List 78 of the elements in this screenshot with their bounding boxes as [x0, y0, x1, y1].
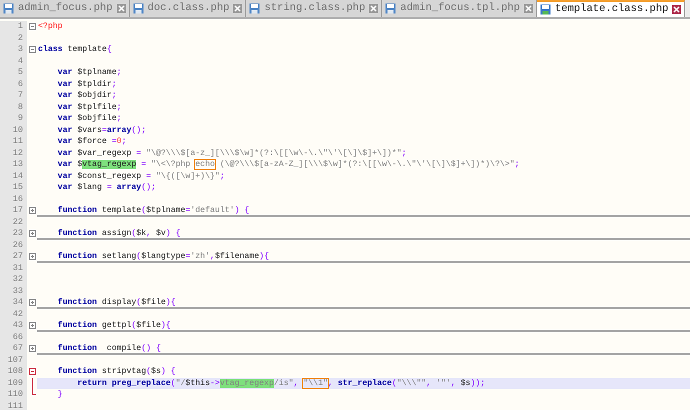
code-line: var $tplfile; — [56, 102, 123, 113]
line-number: 11 — [0, 136, 27, 148]
close-icon[interactable] — [369, 4, 378, 13]
tab-label: admin_focus.php — [18, 0, 113, 16]
fold-toggle-icon[interactable] — [28, 253, 36, 260]
line-number: 10 — [0, 124, 27, 136]
line-number: 12 — [0, 148, 27, 159]
fold-toggle-icon[interactable] — [28, 299, 36, 306]
fold-toggle-icon[interactable] — [28, 322, 36, 330]
code-line: function template($tplname='default') { — [37, 205, 690, 216]
code-line: } — [56, 389, 64, 400]
line-number: 33 — [0, 286, 27, 297]
line-number: 1 — [0, 21, 27, 32]
code-line: var $vars=array(); — [56, 124, 148, 136]
code-line: var $force =0; — [56, 136, 128, 148]
line-number: 14 — [0, 170, 27, 182]
code-line: var $objfile; — [56, 113, 123, 124]
code-line: function compile() { — [37, 343, 690, 354]
fold-toggle-icon[interactable] — [28, 46, 36, 54]
line-number: 9 — [0, 113, 27, 124]
fold-toggle-icon[interactable] — [28, 368, 36, 376]
line-number: 5 — [0, 67, 27, 78]
tab-label: template.class.php — [555, 2, 668, 17]
line-number: 15 — [0, 182, 27, 194]
line-number: 42 — [0, 308, 27, 320]
line-number: 107 — [0, 354, 27, 366]
line-number: 6 — [0, 78, 27, 90]
code-line: function display($file){ — [37, 297, 690, 308]
line-number: 7 — [0, 90, 27, 102]
line-number: 26 — [0, 240, 27, 251]
fold-toggle-icon[interactable] — [28, 23, 36, 30]
fold-toggle-icon[interactable] — [28, 230, 36, 238]
line-number: 66 — [0, 332, 27, 343]
close-icon[interactable] — [524, 4, 533, 13]
line-number: 110 — [0, 389, 27, 400]
tab-label: string.class.php — [264, 0, 366, 16]
code-line: var $lang = array(); — [56, 182, 157, 194]
line-number: 108 — [0, 366, 27, 378]
code-line: <?php — [37, 21, 64, 32]
line-number: 32 — [0, 274, 27, 286]
line-number: 4 — [0, 56, 27, 67]
code-line: var $tplname; — [56, 67, 123, 78]
line-number: 67 — [0, 343, 27, 354]
line-number: 23 — [0, 228, 27, 240]
file-tab[interactable]: doc.class.php — [130, 0, 246, 17]
line-number: 22 — [0, 216, 27, 228]
close-icon[interactable] — [672, 5, 682, 14]
line-number: 3 — [0, 44, 27, 56]
code-line: var $tpldir; — [56, 78, 118, 90]
fold-toggle-icon[interactable] — [28, 345, 36, 352]
line-number: 34 — [0, 297, 27, 308]
close-icon[interactable] — [116, 4, 126, 13]
tab-label: doc.class.php — [148, 0, 230, 16]
code-line: var $objdir; — [56, 90, 118, 102]
file-tab[interactable]: admin_focus.php — [0, 0, 130, 17]
file-tab[interactable]: template.class.php — [537, 0, 686, 17]
code-line: function assign($k, $v) { — [37, 228, 690, 240]
code-line: class template{ — [37, 44, 113, 56]
line-number: 13 — [0, 159, 27, 170]
line-number: 109 — [0, 378, 27, 389]
file-tab[interactable]: string.class.php — [246, 0, 382, 17]
code-line: function stripvtag($s) { — [56, 366, 177, 378]
file-tab[interactable]: admin_focus.tpl.php — [382, 0, 537, 17]
code-line: function setlang($langtype='zh',$filename){ — [37, 251, 690, 262]
tab-label: admin_focus.tpl.php — [400, 0, 520, 16]
close-icon[interactable] — [233, 4, 242, 13]
line-number: 8 — [0, 102, 27, 113]
line-number: 16 — [0, 194, 27, 205]
line-number: 17 — [0, 205, 27, 216]
line-number: 43 — [0, 320, 27, 332]
code-line: var $vtag_regexp = "\<\?php echo (\@?\\\$[a-zA-Z_][\\\$\w]*(?:\[[\w\-\.\"\'\[\]\$]+\])*)\?\>"; — [56, 159, 521, 170]
line-number: 31 — [0, 262, 27, 274]
fold-toggle-icon[interactable] — [28, 207, 36, 214]
code-line: var $var_regexp = "\@?\\\$[a-z_][\\\$\w]*(?:\[[\w\-\.\"\'\[\]\$]+\])*"; — [56, 148, 408, 159]
code-line: var $const_regexp = "\{([\w]+)\}"; — [56, 170, 226, 182]
code-line: function gettpl($file){ — [37, 320, 690, 332]
line-number: 27 — [0, 251, 27, 262]
line-number: 2 — [0, 32, 27, 44]
